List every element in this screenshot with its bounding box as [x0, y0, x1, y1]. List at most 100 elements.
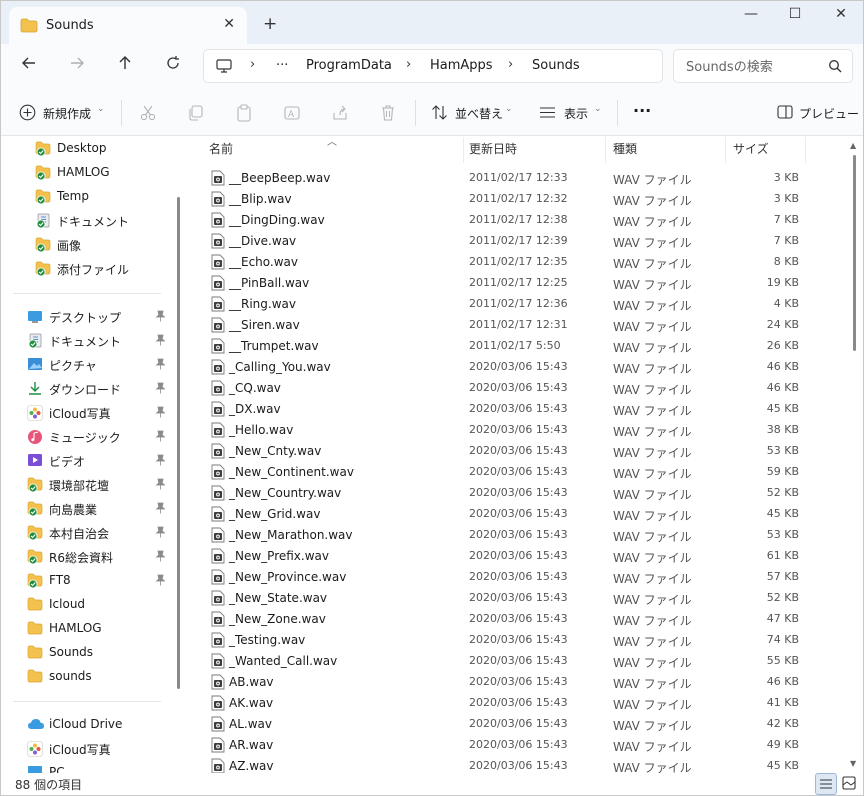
pin-icon[interactable] — [155, 574, 166, 589]
paste-button[interactable] — [235, 104, 253, 124]
pin-icon[interactable] — [155, 334, 166, 349]
file-row[interactable]: __DingDing.wav 2011/02/17 12:38 WAV ファイル 7 … — [207, 210, 807, 231]
sidebar-item[interactable]: R6総会資料 — [1, 545, 171, 569]
back-button[interactable] — [17, 55, 41, 79]
pin-icon[interactable] — [155, 478, 166, 493]
file-row[interactable]: __Echo.wav 2011/02/17 12:35 WAV ファイル 8 KB — [207, 252, 807, 273]
close-window-button[interactable]: ✕ — [819, 6, 863, 26]
file-row[interactable]: AK.wav 2020/03/06 15:43 WAV ファイル 41 KB — [207, 693, 807, 714]
close-tab-icon[interactable]: ✕ — [223, 16, 235, 32]
sidebar-item[interactable]: Sounds — [1, 641, 171, 665]
file-row[interactable]: _Wanted_Call.wav 2020/03/06 15:43 WAV ファイル… — [207, 651, 807, 672]
breadcrumb-sounds[interactable]: Sounds — [532, 58, 580, 73]
pin-icon[interactable] — [155, 430, 166, 445]
sidebar-item[interactable]: 本村自治会 — [1, 521, 171, 545]
pin-icon[interactable] — [155, 358, 166, 373]
sidebar-item[interactable]: ミュージック — [1, 425, 171, 449]
file-row[interactable]: _New_Grid.wav 2020/03/06 15:43 WAV ファイル 45 … — [207, 504, 807, 525]
sidebar-item[interactable]: Desktop — [1, 137, 171, 161]
sidebar-item[interactable]: デスクトップ — [1, 305, 171, 329]
file-row[interactable]: __Siren.wav 2011/02/17 12:31 WAV ファイル 24 KB — [207, 315, 807, 336]
sidebar-item[interactable]: Icloud — [1, 593, 171, 617]
more-options-button[interactable]: ··· — [633, 101, 651, 121]
new-tab-button[interactable]: + — [263, 14, 277, 34]
file-row[interactable]: __Dive.wav 2011/02/17 12:39 WAV ファイル 7 KB — [207, 231, 807, 252]
column-header-name[interactable]: 名前 — [209, 140, 233, 164]
thumbnail-view-button[interactable] — [839, 773, 861, 795]
cut-button[interactable] — [139, 104, 157, 124]
column-divider[interactable] — [725, 137, 726, 163]
file-row[interactable]: _New_Cnty.wav 2020/03/06 15:43 WAV ファイル 53 … — [207, 441, 807, 462]
sidebar-item[interactable]: 環境部花壇 — [1, 473, 171, 497]
sidebar-item[interactable]: sounds — [1, 665, 171, 689]
sidebar-item[interactable]: ダウンロード — [1, 377, 171, 401]
sidebar-item[interactable]: iCloud写真 — [1, 737, 171, 761]
sidebar-item[interactable]: iCloud写真 — [1, 401, 171, 425]
file-row[interactable]: __Ring.wav 2011/02/17 12:36 WAV ファイル 4 KB — [207, 294, 807, 315]
pin-icon[interactable] — [155, 550, 166, 565]
scroll-up-arrow-icon[interactable]: ▲ — [850, 141, 856, 150]
pin-icon[interactable] — [155, 310, 166, 325]
sidebar-item[interactable]: 向島農業 — [1, 497, 171, 521]
search-box[interactable] — [673, 49, 853, 83]
sidebar-item[interactable]: iCloud Drive — [1, 713, 171, 737]
sidebar-item[interactable]: ビデオ — [1, 449, 171, 473]
refresh-button[interactable] — [161, 55, 185, 79]
column-header-size[interactable]: サイズ — [733, 140, 769, 164]
up-button[interactable] — [113, 55, 137, 79]
pin-icon[interactable] — [155, 454, 166, 469]
sidebar-item[interactable]: 画像 — [1, 233, 171, 257]
address-bar[interactable]: › ··· ProgramData › HamApps › Sounds — [203, 49, 663, 83]
file-row[interactable]: _New_State.wav 2020/03/06 15:43 WAV ファイル 52… — [207, 588, 807, 609]
file-row[interactable]: __Trumpet.wav 2011/02/17 5:50 WAV ファイル 26 K… — [207, 336, 807, 357]
maximize-button[interactable]: ☐ — [773, 6, 817, 26]
file-row[interactable]: _New_Prefix.wav 2020/03/06 15:43 WAV ファイル 6… — [207, 546, 807, 567]
sidebar-item[interactable]: HAMLOG — [1, 617, 171, 641]
column-header-type[interactable]: 種類 — [613, 140, 637, 164]
copy-button[interactable] — [187, 104, 205, 124]
file-row[interactable]: _New_Province.wav 2020/03/06 15:43 WAV ファイ… — [207, 567, 807, 588]
sidebar-item[interactable]: FT8 — [1, 569, 171, 593]
content-scrollbar[interactable] — [853, 155, 856, 351]
file-row[interactable]: __PinBall.wav 2011/02/17 12:25 WAV ファイル 19 … — [207, 273, 807, 294]
file-row[interactable]: _New_Zone.wav 2020/03/06 15:43 WAV ファイル 47 … — [207, 609, 807, 630]
column-divider[interactable] — [463, 137, 464, 163]
details-view-button[interactable] — [815, 773, 837, 795]
pin-icon[interactable] — [155, 526, 166, 541]
file-row[interactable]: _New_Marathon.wav 2020/03/06 15:43 WAV ファイ… — [207, 525, 807, 546]
file-row[interactable]: AL.wav 2020/03/06 15:43 WAV ファイル 42 KB — [207, 714, 807, 735]
pin-icon[interactable] — [155, 406, 166, 421]
breadcrumb-overflow[interactable]: ··· — [276, 58, 288, 73]
file-row[interactable]: __Blip.wav 2011/02/17 12:32 WAV ファイル 3 KB — [207, 189, 807, 210]
column-header-date[interactable]: 更新日時 — [469, 140, 517, 164]
file-row[interactable]: _Calling_You.wav 2020/03/06 15:43 WAV ファイル… — [207, 357, 807, 378]
forward-button[interactable] — [65, 55, 89, 79]
delete-button[interactable] — [379, 104, 397, 124]
tab-sounds[interactable]: Sounds ✕ — [9, 7, 247, 44]
column-divider[interactable] — [605, 137, 606, 163]
file-row[interactable]: AR.wav 2020/03/06 15:43 WAV ファイル 49 KB — [207, 735, 807, 756]
file-row[interactable]: _Hello.wav 2020/03/06 15:43 WAV ファイル 38 KB — [207, 420, 807, 441]
column-divider[interactable] — [805, 137, 806, 163]
file-row[interactable]: _New_Continent.wav 2020/03/06 15:43 WAV ファ… — [207, 462, 807, 483]
breadcrumb-programdata[interactable]: ProgramData — [306, 58, 392, 73]
pin-icon[interactable] — [155, 382, 166, 397]
rename-button[interactable]: A — [283, 104, 301, 124]
pin-icon[interactable] — [155, 502, 166, 517]
share-button[interactable] — [331, 104, 349, 124]
file-row[interactable]: _New_Country.wav 2020/03/06 15:43 WAV ファイル… — [207, 483, 807, 504]
sidebar-scrollbar[interactable] — [177, 197, 180, 689]
sidebar-item[interactable]: ドキュメント — [1, 329, 171, 353]
sidebar-item[interactable]: Temp — [1, 185, 171, 209]
minimize-button[interactable]: — — [729, 6, 773, 26]
sidebar-item[interactable]: ドキュメント — [1, 209, 171, 233]
file-row[interactable]: AZ.wav 2020/03/06 15:43 WAV ファイル 45 KB — [207, 756, 807, 773]
scroll-down-arrow-icon[interactable]: ▼ — [850, 759, 856, 768]
sidebar-item[interactable]: HAMLOG — [1, 161, 171, 185]
sidebar-item[interactable]: 添付ファイル — [1, 257, 171, 281]
file-row[interactable]: __BeepBeep.wav 2011/02/17 12:33 WAV ファイル 3 … — [207, 168, 807, 189]
sidebar-item[interactable]: PC — [1, 761, 171, 773]
file-row[interactable]: _Testing.wav 2020/03/06 15:43 WAV ファイル 74 K… — [207, 630, 807, 651]
file-row[interactable]: AB.wav 2020/03/06 15:43 WAV ファイル 46 KB — [207, 672, 807, 693]
breadcrumb-hamapps[interactable]: HamApps — [430, 58, 493, 73]
